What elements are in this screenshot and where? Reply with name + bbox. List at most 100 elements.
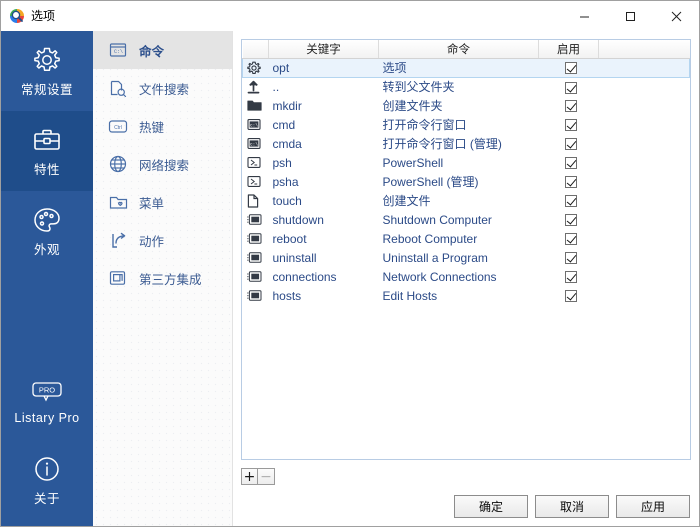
row-icon-cell <box>242 57 269 78</box>
add-command-button[interactable]: + <box>241 468 258 485</box>
row-spacer-cell <box>599 191 690 210</box>
app-window-icon <box>246 251 269 264</box>
enabled-checkbox[interactable] <box>564 81 577 94</box>
row-spacer-cell <box>599 77 690 96</box>
window-body: 常规设置 特性 外观 PRO Listary Pro 关于 C:\ 命令 文件搜… <box>1 31 699 526</box>
remove-command-button[interactable]: − <box>258 468 275 485</box>
row-enabled-cell[interactable] <box>539 77 599 96</box>
enabled-checkbox[interactable] <box>564 138 577 151</box>
enabled-checkbox[interactable] <box>564 252 577 265</box>
maximize-icon[interactable] <box>607 1 653 31</box>
enabled-checkbox[interactable] <box>564 233 577 246</box>
row-enabled-cell[interactable] <box>538 57 599 78</box>
row-icon-cell <box>243 248 269 267</box>
palette-icon <box>32 204 62 236</box>
nav-item-third-party-integration[interactable]: 第三方集成 <box>93 259 232 297</box>
row-command-cell: 转到父文件夹 <box>382 80 455 95</box>
row-spacer-cell <box>599 210 690 229</box>
row-enabled-cell[interactable] <box>539 248 599 267</box>
row-command-cell: PowerShell <box>382 155 444 170</box>
table-row[interactable]: psh PowerShell <box>243 153 690 172</box>
table-row[interactable]: touch 创建文件 <box>243 191 690 210</box>
ok-button[interactable]: 确定 <box>454 495 528 518</box>
table-row[interactable]: mkdir 创建文件夹 <box>243 96 690 115</box>
svg-text:Ctrl: Ctrl <box>114 124 122 130</box>
row-spacer-cell <box>599 153 690 172</box>
table-row[interactable]: shutdown Shutdown Computer <box>243 210 690 229</box>
primary-sidebar: 常规设置 特性 外观 PRO Listary Pro 关于 <box>1 31 93 526</box>
apply-button[interactable]: 应用 <box>616 495 690 518</box>
row-keyword-cell: touch <box>272 193 302 208</box>
row-enabled-cell[interactable] <box>539 286 599 305</box>
dialog-footer: 确定 取消 应用 <box>241 485 691 526</box>
row-enabled-cell[interactable] <box>539 267 599 286</box>
nav-item-menu[interactable]: 菜单 <box>93 183 232 221</box>
row-spacer-cell <box>599 229 690 248</box>
table-row[interactable]: c:\ cmda 打开命令行窗口 (管理) <box>243 134 690 153</box>
enabled-checkbox[interactable] <box>564 62 577 75</box>
row-keyword-cell: psha <box>272 174 299 189</box>
column-header-keyword[interactable]: 关键字 <box>268 40 379 59</box>
row-keyword-cell: .. <box>272 79 280 94</box>
table-row[interactable]: .. 转到父文件夹 <box>243 77 690 96</box>
table-row[interactable]: hosts Edit Hosts <box>243 286 690 305</box>
nav-item-web-search[interactable]: 网络搜索 <box>93 145 232 183</box>
row-keyword-cell: cmda <box>272 136 302 151</box>
enabled-checkbox[interactable] <box>564 195 577 208</box>
sidebar-item-label: 特性 <box>33 163 60 177</box>
sidebar-item-features[interactable]: 特性 <box>1 111 93 191</box>
table-row[interactable]: c:\ cmd 打开命令行窗口 <box>243 115 690 134</box>
column-header-icon[interactable] <box>242 40 269 59</box>
minimize-icon[interactable] <box>561 1 607 31</box>
column-header-enabled[interactable]: 启用 <box>538 40 599 59</box>
table-row[interactable]: uninstall Uninstall a Program <box>243 248 690 267</box>
row-spacer-cell <box>599 134 690 153</box>
enabled-checkbox[interactable] <box>564 119 577 132</box>
svg-text:PRO: PRO <box>39 385 55 394</box>
column-header-spacer[interactable] <box>598 40 690 59</box>
nav-item-label: 菜单 <box>139 196 165 211</box>
table-row[interactable]: reboot Reboot Computer <box>243 229 690 248</box>
nav-item-label: 热键 <box>139 120 165 135</box>
row-command-cell: Reboot Computer <box>382 231 478 246</box>
enabled-checkbox[interactable] <box>564 271 577 284</box>
cancel-button[interactable]: 取消 <box>535 495 609 518</box>
row-keyword-cell: cmd <box>272 117 296 132</box>
enabled-checkbox[interactable] <box>564 290 577 303</box>
enabled-checkbox[interactable] <box>564 214 577 227</box>
row-enabled-cell[interactable] <box>539 115 599 134</box>
nav-item-actions[interactable]: 动作 <box>93 221 232 259</box>
nav-item-label: 第三方集成 <box>139 272 202 287</box>
row-icon-cell: c:\ <box>243 134 269 153</box>
row-enabled-cell[interactable] <box>539 134 599 153</box>
nav-item-file-search[interactable]: 文件搜索 <box>93 69 232 107</box>
sidebar-item-about[interactable]: 关于 <box>1 440 93 520</box>
close-icon[interactable] <box>653 1 699 31</box>
enabled-checkbox[interactable] <box>564 157 577 170</box>
table-row[interactable]: connections Network Connections <box>243 267 690 286</box>
row-spacer-cell <box>599 115 690 134</box>
info-icon <box>32 453 62 485</box>
row-enabled-cell[interactable] <box>539 191 599 210</box>
row-enabled-cell[interactable] <box>539 172 599 191</box>
row-enabled-cell[interactable] <box>539 229 599 248</box>
sidebar-item-general[interactable]: 常规设置 <box>1 31 93 111</box>
enabled-checkbox[interactable] <box>564 100 577 113</box>
share-arrow-icon <box>107 231 129 249</box>
table-row[interactable]: opt 选项 <box>242 57 690 78</box>
table-row[interactable]: psha PowerShell (管理) <box>243 172 690 191</box>
row-toolbar: + − <box>241 468 691 485</box>
row-command-cell: Uninstall a Program <box>382 250 488 265</box>
nav-item-hotkeys[interactable]: Ctrl 热键 <box>93 107 232 145</box>
nav-item-label: 动作 <box>139 234 165 249</box>
title-bar: 选项 <box>1 1 699 31</box>
window-title: 选项 <box>31 9 56 23</box>
row-enabled-cell[interactable] <box>539 153 599 172</box>
row-enabled-cell[interactable] <box>539 96 599 115</box>
row-enabled-cell[interactable] <box>539 210 599 229</box>
enabled-checkbox[interactable] <box>564 176 577 189</box>
nav-item-commands[interactable]: C:\ 命令 <box>93 31 232 69</box>
column-header-command[interactable]: 命令 <box>378 40 539 59</box>
sidebar-item-appearance[interactable]: 外观 <box>1 191 93 271</box>
sidebar-item-listary-pro[interactable]: PRO Listary Pro <box>1 360 93 440</box>
